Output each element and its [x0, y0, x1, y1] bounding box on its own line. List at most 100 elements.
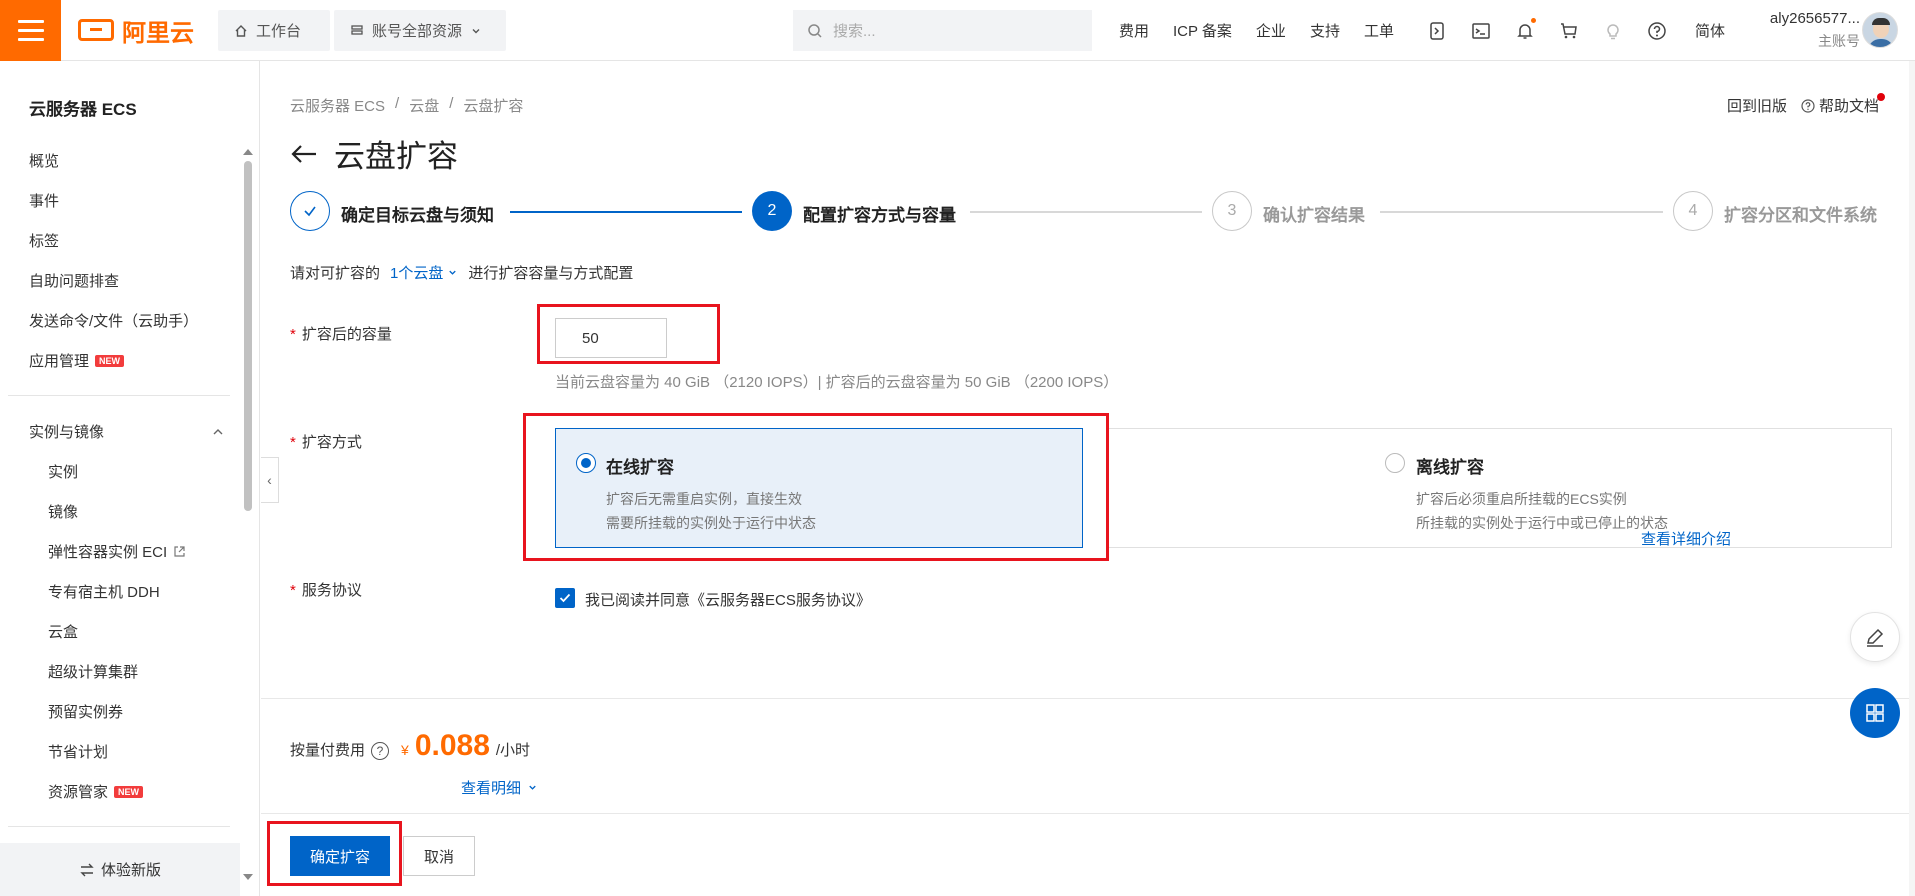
bell-icon[interactable] — [1514, 17, 1536, 42]
sidebar-item-savings-plan[interactable]: 节省计划 — [48, 741, 108, 762]
search-icon — [808, 23, 822, 38]
help-icon[interactable] — [1646, 20, 1668, 42]
confirm-expand-button[interactable]: 确定扩容 — [290, 836, 390, 876]
chevron-down-icon — [449, 270, 457, 275]
sidebar-divider — [8, 826, 230, 827]
price-breakdown-label: 查看明细 — [461, 780, 522, 797]
workbench-button[interactable]: 工作台 — [218, 10, 330, 51]
method-label: * 扩容方式 — [290, 431, 362, 452]
sidebar-item-reserved-instances[interactable]: 预留实例券 — [48, 701, 123, 722]
sidebar-item-eci[interactable]: 弹性容器实例 ECI — [48, 541, 186, 562]
sidebar-item-label: 事件 — [29, 193, 60, 210]
help-docs-label: 帮助文档 — [1818, 98, 1879, 115]
capacity-input[interactable]: 50 — [555, 318, 667, 358]
link-icp[interactable]: ICP 备案 — [1173, 20, 1232, 41]
top-navigation-bar: 阿里云 工作台 账号全部资源 搜索... 费用 ICP 备案 企业 支持 工单 … — [0, 0, 1915, 61]
offline-expand-option[interactable]: 离线扩容 扩容后必须重启所挂载的ECS实例 所挂载的实例处于运行中或已停止的状态 — [1106, 428, 1892, 548]
sidebar-scrollbar[interactable] — [244, 161, 252, 511]
sidebar: 云服务器 ECS 概览 事件 标签 自助问题排查 发送命令/文件（云助手） 应用… — [0, 61, 260, 896]
aliyun-logo[interactable]: 阿里云 — [78, 14, 194, 47]
price-breakdown-link[interactable]: 查看明细 — [461, 777, 538, 798]
aliyun-logo-icon — [78, 19, 114, 41]
agreement-checkbox[interactable] — [555, 588, 575, 608]
sidebar-item-resource-manager[interactable]: 资源管家 NEW — [48, 781, 144, 802]
language-switch[interactable]: 简体 — [1695, 20, 1725, 41]
sidebar-group-instances-images[interactable]: 实例与镜像 — [29, 421, 225, 442]
external-link-icon — [174, 546, 185, 557]
top-right-links: 回到旧版 帮助文档 — [1727, 95, 1879, 116]
breadcrumb-disks[interactable]: 云盘 — [409, 95, 439, 116]
method-label-text: 扩容方式 — [301, 434, 362, 451]
sidebar-item-label: 概览 — [29, 153, 60, 170]
pen-icon — [1867, 628, 1884, 647]
sidebar-item-label: 弹性容器实例 ECI — [48, 544, 168, 561]
sidebar-item-ddh[interactable]: 专有宿主机 DDH — [48, 581, 160, 602]
disk-count-dropdown[interactable]: 1个云盘 — [390, 262, 458, 283]
question-circle-icon — [1801, 98, 1815, 113]
user-role: 主账号 — [1818, 33, 1860, 49]
sidebar-item-cloud-assistant[interactable]: 发送命令/文件（云助手） — [29, 310, 198, 331]
link-support[interactable]: 支持 — [1310, 20, 1340, 41]
scroll-up-arrow[interactable] — [243, 149, 253, 155]
hamburger-menu-button[interactable] — [0, 0, 61, 61]
sidebar-item-label: 标签 — [29, 233, 60, 250]
resources-dropdown[interactable]: 账号全部资源 — [334, 10, 506, 51]
breadcrumb-separator: / — [449, 95, 454, 112]
sidebar-item-cloud-box[interactable]: 云盒 — [48, 621, 78, 642]
breadcrumb-ecs[interactable]: 云服务器 ECS — [290, 95, 385, 116]
link-enterprise[interactable]: 企业 — [1256, 20, 1286, 41]
price-currency: ¥ — [401, 742, 409, 758]
sidebar-item-events[interactable]: 事件 — [29, 190, 59, 211]
app-icon[interactable] — [1426, 20, 1448, 42]
link-ticket[interactable]: 工单 — [1364, 20, 1394, 41]
question-circle-icon[interactable]: ? — [371, 742, 390, 760]
capacity-label-text: 扩容后的容量 — [301, 326, 392, 343]
user-account[interactable]: aly2656577... 主账号 — [1750, 10, 1860, 51]
price-amount: 0.088 — [414, 729, 490, 762]
offline-radio[interactable] — [1385, 453, 1405, 473]
step-connector — [970, 211, 1202, 213]
sidebar-item-troubleshoot[interactable]: 自助问题排查 — [29, 270, 119, 291]
link-billing[interactable]: 费用 — [1119, 20, 1149, 41]
disk-hint: 请对可扩容的 1个云盘 进行扩容容量与方式配置 — [290, 262, 633, 283]
sidebar-item-tags[interactable]: 标签 — [29, 230, 59, 251]
cancel-button[interactable]: 取消 — [403, 836, 475, 876]
apps-grid-button[interactable] — [1850, 688, 1900, 738]
search-placeholder: 搜索... — [833, 23, 876, 40]
page-title-text: 云盘扩容 — [334, 139, 458, 174]
step-3-indicator: 3 — [1212, 191, 1252, 231]
back-arrow-icon[interactable] — [290, 143, 318, 165]
method-highlight-box — [523, 413, 1109, 561]
check-icon — [559, 593, 571, 603]
terminal-icon[interactable] — [1470, 20, 1492, 42]
step-2-label: 配置扩容方式与容量 — [803, 206, 956, 225]
avatar[interactable] — [1862, 12, 1898, 48]
sidebar-item-images[interactable]: 镜像 — [48, 501, 78, 522]
cart-icon[interactable] — [1558, 20, 1580, 42]
feedback-edit-button[interactable] — [1850, 612, 1900, 662]
resource-icon — [351, 24, 363, 35]
sidebar-item-label: 节省计划 — [48, 744, 109, 761]
grid-icon — [1866, 704, 1884, 722]
lightbulb-icon[interactable] — [1602, 20, 1624, 42]
sidebar-item-app-management[interactable]: 应用管理 NEW — [29, 350, 125, 371]
back-to-old-version-link[interactable]: 回到旧版 — [1727, 95, 1787, 116]
help-docs-link[interactable]: 帮助文档 — [1801, 95, 1879, 116]
try-new-version-button[interactable]: 体验新版 — [0, 843, 240, 896]
global-search-input[interactable]: 搜索... — [793, 10, 1092, 51]
sidebar-item-label: 自助问题排查 — [29, 273, 120, 290]
sidebar-title: 云服务器 ECS — [29, 100, 137, 119]
sidebar-item-overview[interactable]: 概览 — [29, 150, 59, 171]
top-icon-bar — [1426, 0, 1668, 61]
swap-icon — [80, 863, 94, 876]
scroll-down-arrow[interactable] — [243, 874, 253, 880]
step-2-indicator: 2 — [752, 191, 792, 231]
sidebar-item-supercomputing[interactable]: 超级计算集群 — [48, 661, 138, 682]
agreement-text[interactable]: 我已阅读并同意《云服务器ECS服务协议》 — [585, 589, 871, 610]
resources-label: 账号全部资源 — [372, 23, 463, 40]
sidebar-item-label: 镜像 — [48, 504, 79, 521]
sidebar-item-instances[interactable]: 实例 — [48, 461, 78, 482]
sidebar-item-label: 实例 — [48, 464, 79, 481]
sidebar-item-label: 资源管家 — [48, 784, 109, 801]
view-details-link[interactable]: 查看详细介绍 — [1641, 528, 1731, 549]
